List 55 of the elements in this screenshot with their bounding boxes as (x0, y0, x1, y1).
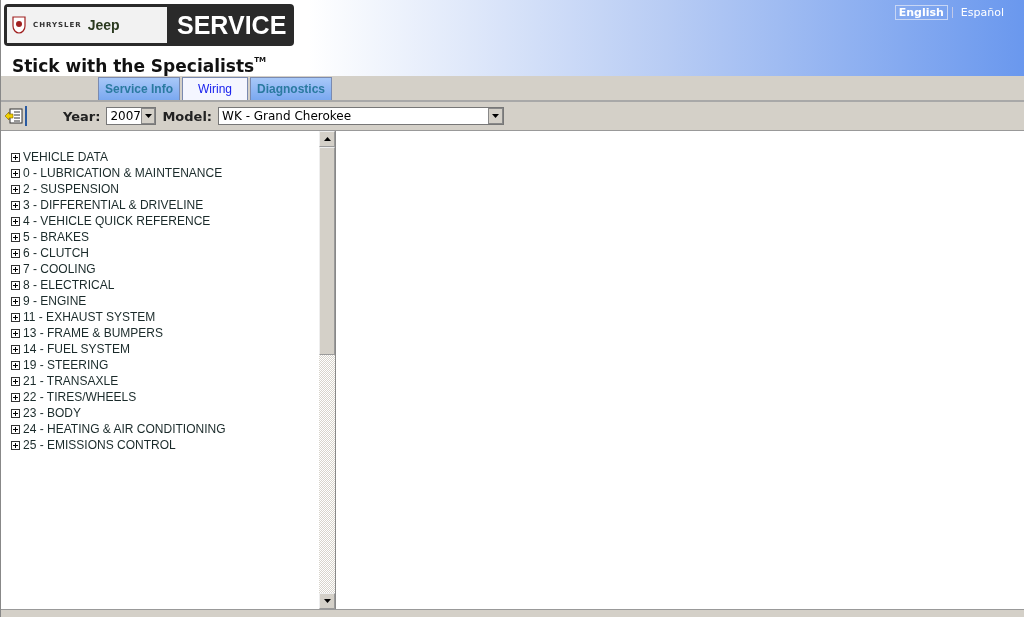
tree-item[interactable]: 14 - FUEL SYSTEM (23, 342, 130, 356)
tree-item[interactable]: 21 - TRANSAXLE (23, 374, 119, 388)
down-arrow-icon (323, 599, 331, 603)
expand-icon[interactable] (11, 344, 20, 354)
tree-item[interactable]: 4 - VEHICLE QUICK REFERENCE (23, 214, 211, 228)
scroll-down-button[interactable] (319, 593, 335, 609)
expand-icon[interactable] (11, 200, 20, 210)
tree-item[interactable]: VEHICLE DATA (23, 150, 108, 164)
up-arrow-icon (323, 137, 331, 141)
tree-item[interactable]: 6 - CLUTCH (23, 246, 89, 260)
expand-icon[interactable] (11, 296, 20, 306)
tree-item[interactable]: 25 - EMISSIONS CONTROL (23, 438, 176, 452)
logo-title: SERVICE (177, 10, 287, 40)
expand-icon[interactable] (11, 184, 20, 194)
expand-icon[interactable] (11, 152, 20, 162)
expand-icon[interactable] (11, 424, 20, 434)
scroll-up-button[interactable] (319, 131, 335, 147)
tree-item[interactable]: 8 - ELECTRICAL (23, 278, 115, 292)
expand-icon[interactable] (11, 312, 20, 322)
expand-icon[interactable] (11, 232, 20, 242)
year-label: Year: (63, 108, 101, 124)
tree-item[interactable]: 22 - TIRES/WHEELS (23, 390, 137, 404)
tree-item[interactable]: 5 - BRAKES (23, 230, 90, 244)
scrollbar-thumb[interactable] (319, 147, 335, 355)
tab[interactable]: Wiring (182, 77, 249, 100)
arrow-list-icon (5, 108, 23, 124)
expand-icon[interactable] (11, 376, 20, 386)
tree-item[interactable]: 11 - EXHAUST SYSTEM (23, 310, 156, 324)
tree-item[interactable]: 19 - STEERING (23, 358, 109, 372)
model-select[interactable]: WK - Grand Cherokee (218, 107, 505, 125)
expand-icon[interactable] (11, 392, 20, 402)
tree-item[interactable]: 0 - LUBRICATION & MAINTENANCE (23, 166, 223, 180)
panel-toggle-button[interactable] (5, 106, 27, 126)
tree-item[interactable]: 23 - BODY (23, 406, 82, 420)
tree-item[interactable]: 2 - SUSPENSION (23, 182, 120, 196)
tree-item[interactable]: 3 - DIFFERENTIAL & DRIVELINE (23, 198, 204, 212)
expand-icon[interactable] (11, 440, 20, 450)
expand-icon[interactable] (11, 408, 20, 418)
tree-item[interactable]: 24 - HEATING & AIR CONDITIONING (23, 422, 226, 436)
down-arrow-icon (144, 114, 152, 118)
expand-icon[interactable] (11, 216, 20, 226)
expand-icon[interactable] (11, 248, 20, 258)
expand-icon[interactable] (11, 360, 20, 370)
tree-item[interactable]: 7 - COOLING (23, 262, 96, 276)
model-label: Model: (162, 108, 213, 124)
tree-item[interactable]: 9 - ENGINE (23, 294, 87, 308)
year-select[interactable]: 2007 (106, 107, 157, 125)
tree-item[interactable]: 13 - FRAME & BUMPERS (23, 326, 164, 340)
expand-icon[interactable] (11, 168, 20, 178)
tagline: Stick with the Specialists (12, 56, 255, 76)
down-arrow-icon (492, 114, 500, 118)
brand-text: Jeep (87, 17, 120, 33)
expand-icon[interactable] (11, 280, 20, 290)
expand-icon[interactable] (11, 328, 20, 338)
expand-icon[interactable] (11, 264, 20, 274)
